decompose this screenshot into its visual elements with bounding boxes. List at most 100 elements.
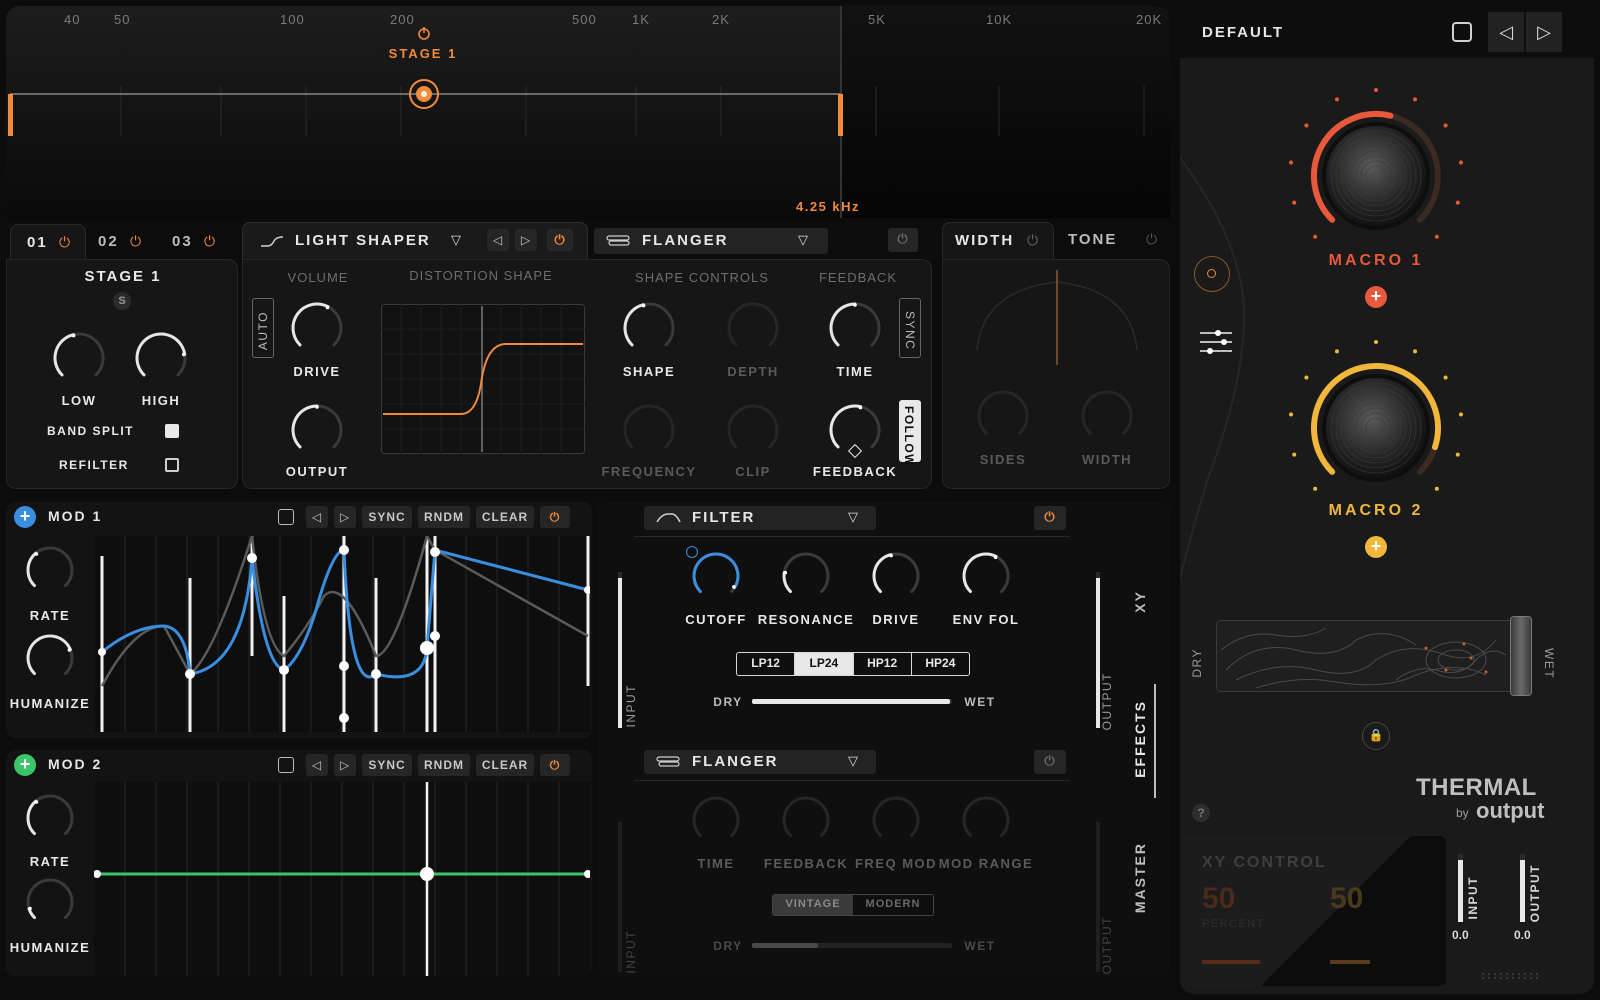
effect-slot-2-tab[interactable]: FLANGER ▽: [594, 228, 828, 254]
mod1-humanize-knob[interactable]: [22, 630, 78, 686]
solo-button[interactable]: S: [113, 292, 131, 310]
flanger-mod-range-knob[interactable]: [958, 792, 1014, 848]
band-split-checkbox[interactable]: [165, 424, 179, 438]
shape-knob[interactable]: [619, 298, 679, 358]
power-icon[interactable]: ⏻: [888, 228, 918, 252]
filter-mode-hp12[interactable]: HP12: [852, 653, 912, 675]
chevron-down-icon[interactable]: ▽: [451, 232, 461, 248]
low-knob[interactable]: [49, 328, 109, 388]
macro2-knob[interactable]: [1276, 328, 1476, 528]
drive-knob[interactable]: [287, 298, 347, 358]
cutoff-knob[interactable]: [688, 548, 744, 604]
prev-pattern-button[interactable]: ◁: [306, 754, 328, 776]
chevron-down-icon[interactable]: ▽: [848, 753, 858, 769]
flanger-feedback-knob[interactable]: [778, 792, 834, 848]
env-fol-knob[interactable]: [958, 548, 1014, 604]
resize-grip-icon[interactable]: [1480, 972, 1540, 980]
power-icon[interactable]: ⏻: [1034, 506, 1066, 530]
frequency-knob[interactable]: [619, 400, 679, 460]
power-icon[interactable]: ⏻: [59, 234, 70, 251]
macro1-knob[interactable]: [1276, 76, 1476, 276]
tab-master[interactable]: MASTER: [1132, 842, 1148, 913]
sync-button[interactable]: SYNC: [362, 506, 412, 528]
flanger-mode-modern[interactable]: MODERN: [853, 895, 933, 915]
save-icon[interactable]: [278, 509, 294, 525]
time-knob[interactable]: [825, 298, 885, 358]
help-icon[interactable]: ?: [1192, 804, 1210, 822]
clear-button[interactable]: CLEAR: [476, 754, 534, 776]
sync-toggle[interactable]: SYNC: [899, 298, 921, 358]
resonance-knob[interactable]: [778, 548, 834, 604]
high-knob[interactable]: [131, 328, 191, 388]
distortion-shape-graph[interactable]: [381, 304, 585, 454]
prev-effect-button[interactable]: ◁: [487, 229, 509, 251]
power-icon[interactable]: ⏻: [540, 506, 570, 528]
power-icon[interactable]: ⏻: [1034, 750, 1066, 774]
tab-xy[interactable]: XY: [1132, 590, 1148, 613]
power-icon[interactable]: ⏻: [204, 233, 215, 250]
random-button[interactable]: RNDM: [418, 754, 470, 776]
filter-mix-slider[interactable]: [752, 699, 952, 704]
next-preset-button[interactable]: ▷: [1526, 12, 1562, 52]
sliders-icon[interactable]: [1196, 328, 1236, 358]
xy-control-x-value[interactable]: 50: [1202, 882, 1235, 916]
power-icon[interactable]: ⏻: [130, 233, 141, 250]
prev-pattern-button[interactable]: ◁: [306, 506, 328, 528]
width-knob[interactable]: [1077, 386, 1137, 446]
refilter-checkbox[interactable]: [165, 458, 179, 472]
filter-mode-lp24[interactable]: LP24: [795, 653, 853, 675]
tab-stage-02[interactable]: 02 ⏻: [92, 224, 162, 260]
xy-pad-handle[interactable]: [1510, 616, 1532, 696]
output-knob[interactable]: [287, 400, 347, 460]
power-icon[interactable]: ⏻: [547, 229, 573, 251]
flanger-freq-mod-knob[interactable]: [868, 792, 924, 848]
next-effect-button[interactable]: ▷: [515, 229, 537, 251]
tab-stage-03[interactable]: 03 ⏻: [166, 224, 236, 260]
mod1-envelope-editor[interactable]: [94, 536, 590, 732]
mod2-rate-knob[interactable]: [22, 790, 78, 846]
save-preset-icon[interactable]: [1452, 22, 1472, 42]
chevron-down-icon[interactable]: ▽: [848, 509, 858, 525]
xy-target-icon[interactable]: [1194, 256, 1230, 292]
next-pattern-button[interactable]: ▷: [334, 754, 356, 776]
macro2-add-icon[interactable]: +: [1365, 536, 1387, 558]
add-plus-icon[interactable]: +: [14, 754, 36, 776]
flanger-mode-vintage[interactable]: VINTAGE: [773, 895, 853, 915]
prev-preset-button[interactable]: ◁: [1488, 12, 1524, 52]
flanger-time-knob[interactable]: [688, 792, 744, 848]
macro1-add-icon[interactable]: +: [1365, 286, 1387, 308]
xy-pad[interactable]: [1216, 620, 1516, 692]
macro2-label[interactable]: MACRO 2: [1276, 502, 1476, 520]
sync-button[interactable]: SYNC: [362, 754, 412, 776]
clear-button[interactable]: CLEAR: [476, 506, 534, 528]
add-plus-icon[interactable]: +: [14, 506, 36, 528]
mod2-humanize-knob[interactable]: [22, 874, 78, 930]
macro1-label[interactable]: MACRO 1: [1276, 252, 1476, 270]
flanger-selector[interactable]: FLANGER ▽: [644, 750, 876, 774]
filter-drive-knob[interactable]: [868, 548, 924, 604]
spectrum-display[interactable]: 40 50 100 200 500 1K 2K 5K 10K 20K STAGE 1 4.25 k…: [6, 6, 1170, 218]
power-icon[interactable]: ⏻: [1027, 232, 1038, 249]
power-icon[interactable]: ⏻: [540, 754, 570, 776]
filter-selector[interactable]: FILTER ▽: [644, 506, 876, 530]
next-pattern-button[interactable]: ▷: [334, 506, 356, 528]
follow-toggle[interactable]: FOLLOW: [899, 400, 921, 467]
flanger-mix-slider[interactable]: [752, 943, 952, 948]
stage-node-label[interactable]: STAGE 1: [378, 46, 468, 61]
save-icon[interactable]: [278, 757, 294, 773]
sides-knob[interactable]: [973, 386, 1033, 446]
random-button[interactable]: RNDM: [418, 506, 470, 528]
auto-button[interactable]: AUTO: [252, 298, 274, 358]
power-icon[interactable]: ⏻: [1146, 231, 1157, 248]
tab-stage-01[interactable]: 01 ⏻: [10, 224, 86, 260]
clip-knob[interactable]: [723, 400, 783, 460]
depth-knob[interactable]: [723, 298, 783, 358]
tab-effects[interactable]: EFFECTS: [1132, 700, 1148, 778]
tab-tone[interactable]: TONE ⏻: [1058, 222, 1170, 260]
tab-width[interactable]: WIDTH ⏻: [942, 222, 1054, 260]
filter-mode-lp12[interactable]: LP12: [737, 653, 796, 675]
lock-icon[interactable]: 🔒: [1362, 722, 1390, 750]
preset-name[interactable]: DEFAULT: [1202, 24, 1284, 41]
mod2-envelope-editor[interactable]: [94, 782, 590, 976]
xy-control-y-value[interactable]: 50: [1330, 882, 1363, 916]
